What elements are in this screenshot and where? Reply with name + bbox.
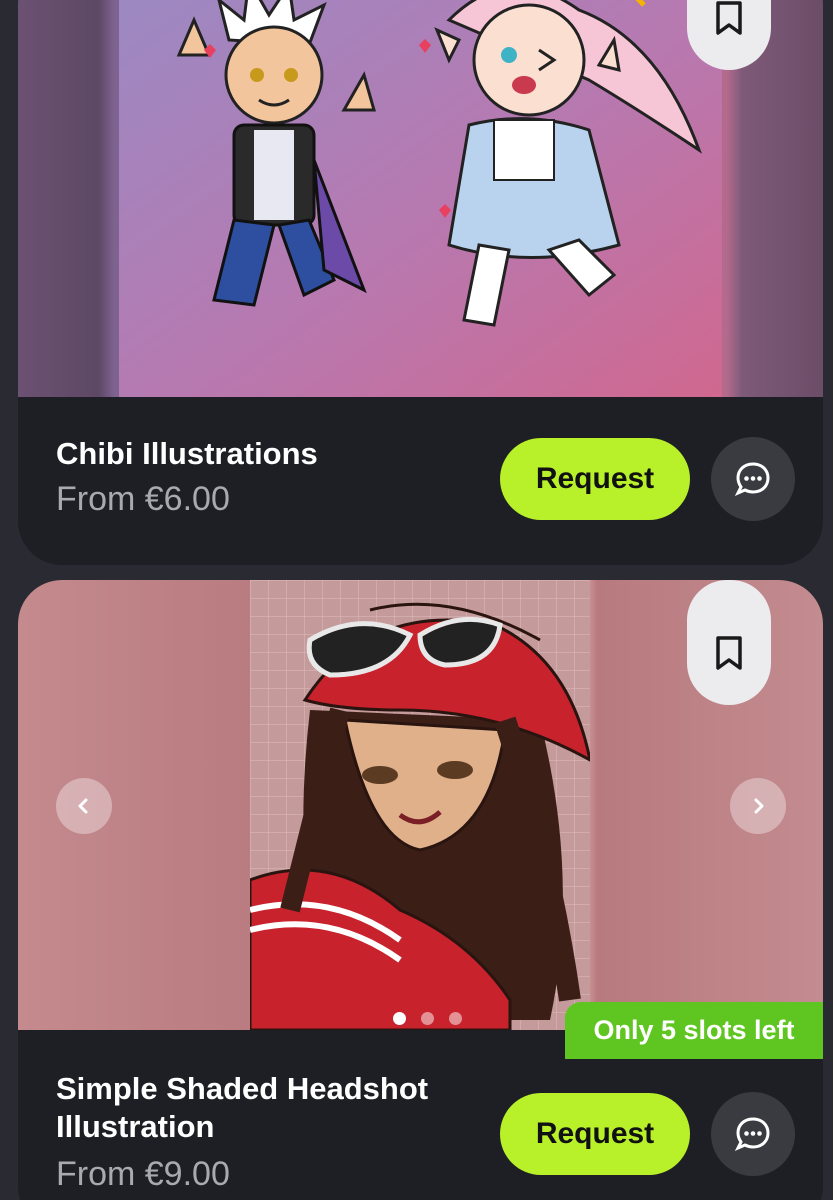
listing-card-chibi[interactable]: Chibi Illustrations From €6.00 Request [18, 0, 823, 565]
listing-price: From €9.00 [56, 1155, 230, 1193]
carousel-dot[interactable] [393, 1012, 406, 1025]
listing-price: From €6.00 [56, 480, 230, 518]
chat-bubble-icon [734, 1117, 770, 1151]
bookmark-icon [716, 636, 742, 670]
chevron-right-icon [754, 798, 764, 814]
listing-feed: Chibi Illustrations From €6.00 Request S… [0, 0, 833, 1200]
carousel-prev-button[interactable] [56, 778, 112, 834]
slots-left-badge: Only 5 slots left [565, 1002, 823, 1059]
request-button[interactable]: Request [500, 1093, 690, 1175]
bookmark-icon [716, 1, 742, 35]
message-button[interactable] [711, 1092, 795, 1176]
carousel-indicator [393, 1012, 462, 1025]
listing-title: Simple Shaded Headshot Illustration [56, 1071, 429, 1144]
chevron-left-icon [78, 798, 88, 814]
carousel-next-button[interactable] [730, 778, 786, 834]
listing-title: Chibi Illustrations [56, 436, 318, 471]
carousel-dot[interactable] [449, 1012, 462, 1025]
carousel-dot[interactable] [421, 1012, 434, 1025]
artwork-image [119, 0, 722, 397]
message-button[interactable] [711, 437, 795, 521]
request-button[interactable]: Request [500, 438, 690, 520]
listing-media[interactable] [18, 0, 823, 397]
listing-media-carousel[interactable] [18, 580, 823, 1030]
listing-card-headshot[interactable]: Simple Shaded Headshot Illustration From… [18, 580, 823, 1200]
chat-bubble-icon [734, 462, 770, 496]
artwork-image [250, 580, 590, 1030]
save-listing-button[interactable] [687, 580, 771, 705]
